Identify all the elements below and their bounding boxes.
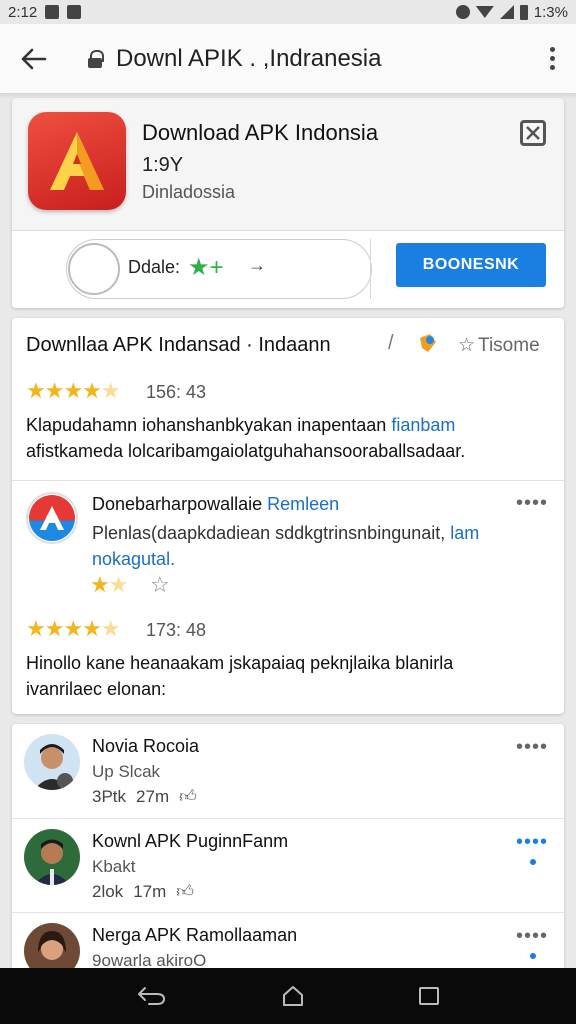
user-subtitle: Kbakt (92, 857, 136, 876)
reviewer-name[interactable]: Donebarharpowallaie Remleen (92, 494, 339, 515)
user-meta: 2lok 17m 👍︎ (92, 881, 194, 902)
url-text[interactable]: Downl APIK . ,Indranesia (116, 45, 381, 73)
nav-recents-icon[interactable] (419, 987, 439, 1005)
status-time: 2:12 (8, 3, 38, 21)
rating-count: 173: 48 (146, 620, 207, 640)
rating-stars: ★★ (90, 572, 128, 597)
rating-count: 156: 43 (146, 382, 207, 402)
star-icon: ★+ (188, 254, 224, 281)
status-bar: 2:12 1:3% (0, 0, 576, 24)
rating-stars: ★★★★★ (26, 616, 121, 641)
list-item[interactable]: Kownl APK PuginnFanm Kbakt 2lok 17m 👍︎ •… (12, 818, 564, 912)
review-text: Plenlas(daapkdadiean sddkgtrinsnbingunai… (92, 523, 480, 569)
nav-back-icon[interactable] (137, 986, 167, 1006)
favorite-button[interactable]: ☆ Tisome (458, 334, 540, 357)
pill-label: Ddale: (128, 257, 181, 277)
user-subtitle: Up Slcak (92, 762, 161, 781)
user-meta: 3Ptk 27m 👍︎ (92, 786, 197, 807)
close-box-icon[interactable] (520, 120, 546, 146)
wifi-icon (475, 6, 494, 18)
user-name: Nerga APK Ramollaaman (92, 925, 298, 945)
user-name: Novia Rocoia (92, 736, 200, 756)
meta-count: 2lok (92, 881, 124, 901)
battery-percent: 1:3% (533, 3, 568, 21)
alarm-icon (455, 5, 470, 19)
reviews-card: Downllaa APK Indansad · Indaann / ☆ Tiso… (12, 318, 564, 714)
app-header-card: Download APK Indonsia 1:9Y Dinladossia D… (12, 98, 564, 308)
avatar (24, 734, 80, 790)
notification-icon (45, 5, 60, 19)
meta-time: 17m (133, 881, 167, 901)
lock-icon (88, 49, 104, 68)
back-arrow-icon[interactable] (14, 39, 54, 79)
list-item[interactable]: Novia Rocoia Up Slcak 3Ptk 27m 👍︎ •••• (12, 724, 564, 818)
more-vert-icon[interactable] (542, 47, 562, 70)
review-text: Hinollo kane heanaakam jskapaiaq peknjla… (26, 653, 454, 699)
reviews-title: Downllaa APK Indansad · Indaann (26, 334, 331, 356)
indicator-dot (530, 859, 536, 865)
users-card: Novia Rocoia Up Slcak 3Ptk 27m 👍︎ •••• K… (12, 724, 564, 974)
more-horiz-icon[interactable]: •••• (516, 736, 548, 759)
battery-icon (519, 4, 528, 20)
meta-count: 3Ptk (92, 786, 127, 806)
signal-icon (499, 5, 514, 19)
thumbs-up-icon[interactable]: 👍︎ (176, 881, 194, 902)
app-title: Download APK Indonsia (142, 120, 379, 145)
star-outline-icon: ☆ (458, 335, 476, 356)
star-outline-icon[interactable]: ☆ (150, 572, 170, 598)
meta-time: 27m (136, 786, 170, 806)
badge-icon (416, 332, 438, 354)
more-horiz-icon[interactable]: •••• (516, 925, 548, 948)
app-version: 1:9Y (142, 154, 184, 176)
edit-icon[interactable]: / (388, 332, 394, 355)
avatar (24, 923, 80, 974)
rating-stars: ★★★★★ (26, 378, 121, 403)
favorite-label: Tisome (478, 334, 540, 356)
download-button[interactable]: BOONESNK (396, 243, 546, 287)
app-logo-icon (28, 112, 126, 210)
arrow-right-icon: → (248, 255, 266, 275)
notification-icon (67, 5, 82, 19)
indicator-dot (530, 953, 536, 959)
user-name: Kownl APK PuginnFanm (92, 831, 289, 851)
url-bar: Downl APIK . ,Indranesia (0, 24, 576, 94)
app-developer[interactable]: Dinladossia (142, 182, 235, 203)
divider (12, 480, 564, 481)
app-logo-icon (26, 492, 78, 544)
nav-home-icon[interactable] (281, 984, 305, 1008)
avatar (24, 829, 80, 885)
review-text: Klapudahamn iohanshanbkyakan inapentaan … (26, 415, 466, 461)
navigation-bar (0, 968, 576, 1024)
progress-circle (68, 243, 120, 295)
divider (370, 239, 371, 299)
more-horiz-icon[interactable]: •••• (516, 831, 548, 854)
thumbs-up-icon[interactable]: 👍︎ (179, 786, 197, 807)
list-item[interactable]: Nerga APK Ramollaaman 9owarla akiroO •••… (12, 912, 564, 974)
more-horiz-icon[interactable]: •••• (516, 492, 548, 515)
